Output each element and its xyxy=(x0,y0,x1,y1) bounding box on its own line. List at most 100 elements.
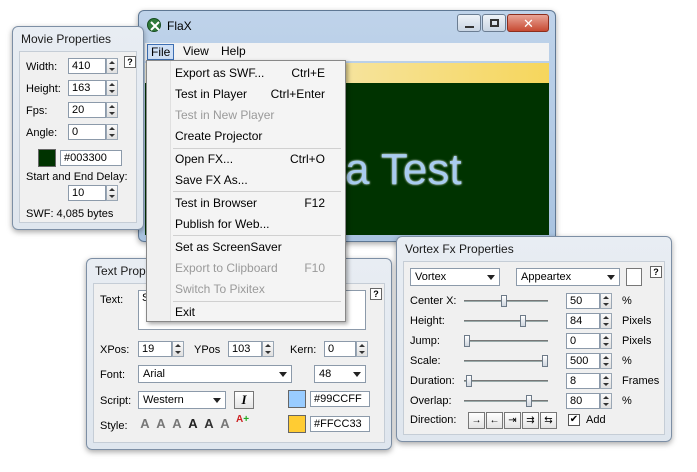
new-preset-icon[interactable] xyxy=(626,268,642,286)
menu-file[interactable]: File xyxy=(147,44,175,60)
chevron-down-icon xyxy=(351,368,363,380)
vortex-slider-thumb[interactable] xyxy=(520,315,527,327)
kern-label: Kern: xyxy=(290,344,317,356)
help-button[interactable]: ? xyxy=(650,266,662,278)
menu-item-label: Open FX... xyxy=(175,152,234,166)
italic-button[interactable]: I xyxy=(234,391,254,409)
help-button[interactable]: ? xyxy=(124,56,136,68)
xpos-field[interactable]: 19 xyxy=(138,341,172,357)
vortex-row-value[interactable]: 0 xyxy=(566,333,600,349)
menu-item-label: Test in New Player xyxy=(175,108,275,122)
width-spinner[interactable] xyxy=(106,58,118,74)
vortex-slider-thumb[interactable] xyxy=(464,335,470,347)
style-bold-icon[interactable]: A xyxy=(186,416,200,431)
vortex-slider-thumb[interactable] xyxy=(466,375,473,387)
menu-view[interactable]: View xyxy=(183,44,209,58)
vortex-row-spinner[interactable] xyxy=(600,313,612,329)
menu-item[interactable]: Create Projector xyxy=(147,128,345,146)
xpos-spinner[interactable] xyxy=(172,341,184,357)
style-outline-icon[interactable]: A xyxy=(154,416,168,431)
panel-title: Movie Properties xyxy=(21,32,112,46)
vortex-row-label: Duration: xyxy=(410,375,455,387)
menu-item[interactable]: Publish for Web... xyxy=(147,216,345,234)
vortex-slider-thumb[interactable] xyxy=(542,355,548,367)
preview-text: a Test xyxy=(345,145,462,194)
color1-swatch[interactable] xyxy=(288,390,306,408)
fps-spinner[interactable] xyxy=(106,102,118,118)
add-label: Add xyxy=(586,414,606,426)
chevron-down-icon xyxy=(485,271,497,283)
vortex-row-value[interactable]: 80 xyxy=(566,393,600,409)
script-select[interactable]: Western xyxy=(138,391,226,409)
vortex-slider-track[interactable] xyxy=(464,320,548,322)
effect-select[interactable]: Vortex xyxy=(410,268,500,286)
menu-item[interactable]: Export as SWF... Ctrl+E xyxy=(147,65,345,83)
vortex-row-spinner[interactable] xyxy=(600,353,612,369)
add-checkbox[interactable]: ✔ xyxy=(568,414,580,426)
menu-help[interactable]: Help xyxy=(221,44,246,58)
style-emboss-icon[interactable]: A xyxy=(202,416,216,431)
menu-item[interactable]: Save FX As... xyxy=(147,172,345,190)
vortex-slider-thumb[interactable] xyxy=(526,395,533,407)
vortex-row-spinner[interactable] xyxy=(600,333,612,349)
height-field[interactable]: 163 xyxy=(68,80,106,96)
vortex-row-value[interactable]: 84 xyxy=(566,313,600,329)
vortex-row-spinner[interactable] xyxy=(600,393,612,409)
background-color-field[interactable]: #003300 xyxy=(60,150,122,166)
direction-right-icon[interactable]: → xyxy=(468,412,485,429)
vortex-slider-track[interactable] xyxy=(464,400,548,402)
help-button[interactable]: ? xyxy=(370,288,382,300)
color2-field[interactable]: #FFCC33 xyxy=(310,416,370,432)
background-color-swatch[interactable] xyxy=(38,149,56,167)
panel-title: Vortex Fx Properties xyxy=(405,242,514,256)
menu-separator xyxy=(173,148,341,149)
ypos-spinner[interactable] xyxy=(262,341,274,357)
font-select[interactable]: Arial xyxy=(138,365,292,383)
angle-field[interactable]: 0 xyxy=(68,124,106,140)
direction-center-icon[interactable]: ⇥ xyxy=(504,412,521,429)
color2-swatch[interactable] xyxy=(288,415,306,433)
style-label: Style: xyxy=(100,420,128,432)
style-glow-icon[interactable]: A xyxy=(218,416,232,431)
menu-item[interactable]: Test in Browser F12 xyxy=(147,195,345,213)
direction-left-icon[interactable]: ← xyxy=(486,412,503,429)
preset-select[interactable]: Appeartex xyxy=(516,268,620,286)
vortex-row-spinner[interactable] xyxy=(600,373,612,389)
vortex-row-value[interactable]: 8 xyxy=(566,373,600,389)
vortex-slider-track[interactable] xyxy=(464,360,548,362)
height-spinner[interactable] xyxy=(106,80,118,96)
style-shadow-icon[interactable]: A xyxy=(170,416,184,431)
direction-in-icon[interactable]: ⇉ xyxy=(522,412,539,429)
maximize-button[interactable] xyxy=(482,14,506,32)
delay-field[interactable]: 10 xyxy=(68,185,106,201)
vortex-row-spinner[interactable] xyxy=(600,293,612,309)
direction-out-icon[interactable]: ⇆ xyxy=(540,412,557,429)
angle-spinner[interactable] xyxy=(106,124,118,140)
kern-field[interactable]: 0 xyxy=(324,341,356,357)
delay-spinner[interactable] xyxy=(106,185,118,201)
add-style-icon[interactable]: A+ xyxy=(236,414,254,432)
menu-item-label: Test in Player xyxy=(175,87,248,101)
vortex-slider-thumb[interactable] xyxy=(501,295,508,307)
menu-item-label: Test in Browser xyxy=(175,196,258,210)
style-plain-icon[interactable]: A xyxy=(138,416,152,431)
menu-item[interactable]: Open FX... Ctrl+O xyxy=(147,151,345,169)
color1-field[interactable]: #99CCFF xyxy=(310,391,370,407)
vortex-row-value[interactable]: 500 xyxy=(566,353,600,369)
font-value: Arial xyxy=(143,368,166,380)
vortex-slider-track[interactable] xyxy=(464,380,548,382)
script-label: Script: xyxy=(100,395,132,407)
close-button[interactable]: ✕ xyxy=(507,14,549,32)
width-field[interactable]: 410 xyxy=(68,58,106,74)
menu-item[interactable]: Test in Player Ctrl+Enter xyxy=(147,86,345,104)
minimize-button[interactable] xyxy=(457,14,481,32)
vortex-row-value[interactable]: 50 xyxy=(566,293,600,309)
fps-field[interactable]: 20 xyxy=(68,102,106,118)
font-size-select[interactable]: 48 xyxy=(314,365,366,383)
menu-item[interactable]: Set as ScreenSaver xyxy=(147,239,345,257)
menu-item-shortcut: F12 xyxy=(304,196,325,210)
ypos-field[interactable]: 103 xyxy=(228,341,262,357)
menu-item[interactable]: Exit xyxy=(147,304,345,322)
vortex-slider-track[interactable] xyxy=(464,340,548,342)
kern-spinner[interactable] xyxy=(356,341,368,357)
